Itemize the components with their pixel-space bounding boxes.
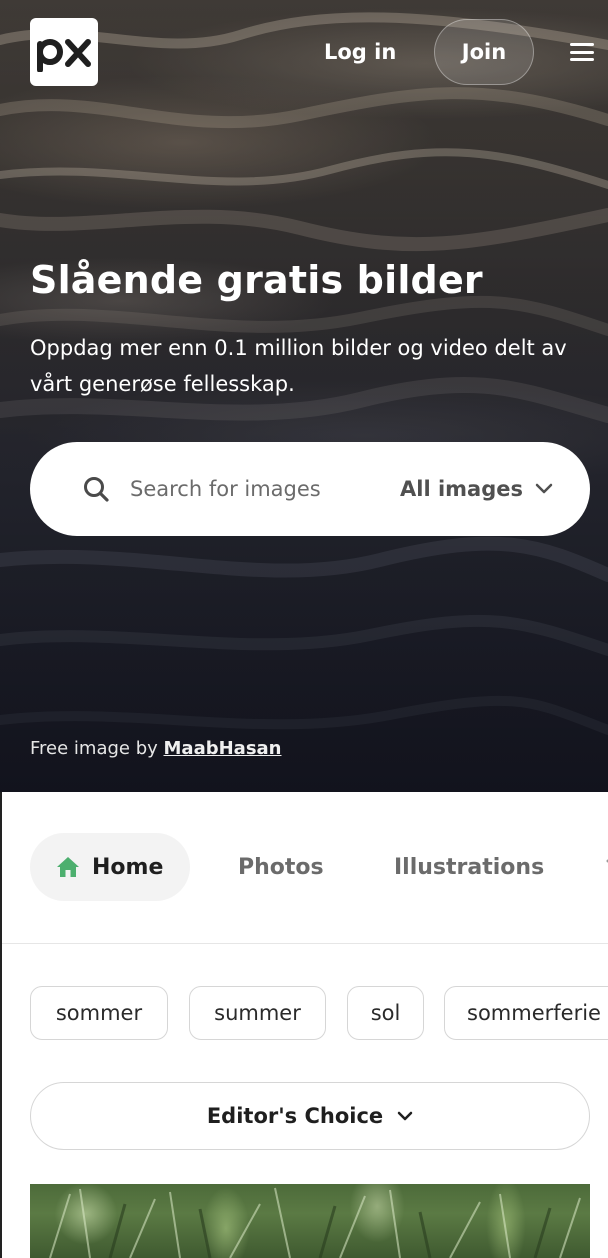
viewport-edge bbox=[0, 792, 2, 1258]
credit-prefix: Free image by bbox=[30, 738, 164, 759]
tag-chip[interactable]: sol bbox=[347, 986, 424, 1040]
search-icon[interactable] bbox=[82, 475, 110, 503]
home-icon bbox=[57, 857, 79, 877]
search-bar: All images bbox=[30, 442, 590, 536]
hero-section: Log in Join Slående gratis bilder Oppdag… bbox=[0, 0, 608, 792]
menu-line bbox=[570, 50, 594, 54]
menu-line bbox=[570, 43, 594, 46]
login-link[interactable]: Log in bbox=[312, 30, 408, 74]
media-type-value: All images bbox=[400, 477, 523, 501]
pixabay-logo-icon bbox=[37, 39, 91, 72]
logo[interactable] bbox=[30, 18, 98, 86]
video-icon bbox=[606, 859, 608, 863]
gallery-image[interactable] bbox=[30, 1184, 590, 1258]
image-credit: Free image by MaabHasan bbox=[30, 738, 282, 759]
tag-chip[interactable]: sommer bbox=[30, 986, 168, 1040]
editors-choice-label: Editor's Choice bbox=[206, 1104, 384, 1128]
tag-list: sommer summer sol sommerferie bbox=[0, 986, 608, 1040]
join-button[interactable]: Join bbox=[434, 19, 534, 85]
hero-title: Slående gratis bilder bbox=[30, 258, 483, 302]
media-type-select[interactable]: All images bbox=[400, 469, 553, 509]
tab-home-label: Home bbox=[92, 854, 164, 880]
tab-overflow-icon[interactable] bbox=[600, 833, 608, 901]
hamburger-menu-icon[interactable] bbox=[568, 40, 596, 64]
tab-home[interactable]: Home bbox=[30, 833, 190, 901]
tab-illustrations[interactable]: Illustrations bbox=[394, 833, 544, 901]
chevron-down-icon bbox=[535, 483, 553, 494]
chevron-down-icon bbox=[397, 1111, 413, 1121]
tab-photos[interactable]: Photos bbox=[238, 833, 324, 901]
hero-subtitle: Oppdag mer enn 0.1 million bilder og vid… bbox=[30, 336, 567, 396]
credit-author-link[interactable]: MaabHasan bbox=[164, 738, 282, 759]
search-input[interactable] bbox=[130, 469, 350, 509]
tag-chip[interactable]: sommerferie bbox=[444, 986, 608, 1040]
tag-chip[interactable]: summer bbox=[189, 986, 326, 1040]
menu-line bbox=[570, 58, 594, 61]
editors-choice-dropdown[interactable]: Editor's Choice bbox=[30, 1082, 590, 1150]
category-tabs: Home Photos Illustrations bbox=[0, 792, 608, 944]
grass-texture bbox=[49, 1187, 581, 1258]
